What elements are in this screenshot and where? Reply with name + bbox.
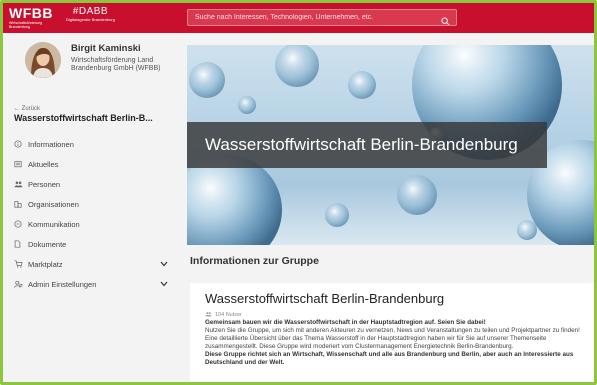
admin-icon	[14, 280, 28, 288]
news-icon	[14, 160, 28, 168]
sidebar-item-label: Aktuelles	[28, 159, 59, 169]
sidebar-item-label: Kommunikation	[28, 219, 80, 229]
cart-icon	[14, 260, 28, 268]
main-content: Wasserstoffwirtschaft Berlin-Brandenburg…	[187, 45, 594, 382]
hero-title: Wasserstoffwirtschaft Berlin-Brandenburg	[187, 122, 547, 168]
users-icon	[205, 311, 212, 319]
sidebar-item-label: Admin Einstellungen	[28, 279, 97, 289]
back-link[interactable]: ← Zurück	[14, 106, 40, 112]
sidebar-item-label: Personen	[28, 179, 61, 189]
search-box	[187, 9, 457, 26]
wfbb-logo[interactable]: WFBB Wirtschaftsförderung Brandenburg	[9, 5, 53, 30]
sidebar-item-marktplatz[interactable]: Marktplatz	[3, 254, 184, 274]
group-info-card: Wasserstoffwirtschaft Berlin-Brandenburg…	[190, 283, 594, 382]
profile-organization: Wirtschaftsförderung Land Brandenburg Gm…	[71, 57, 161, 72]
section-title: Informationen zur Gruppe	[190, 255, 319, 267]
wfbb-logo-subtext: Wirtschaftsförderung Brandenburg	[9, 21, 43, 29]
sidebar-nav: Informationen Aktuelles Personen Organis…	[3, 134, 184, 294]
search-icon[interactable]	[441, 13, 450, 31]
top-bar: WFBB Wirtschaftsförderung Brandenburg #D…	[3, 3, 594, 33]
sidebar-item-kommunikation[interactable]: Kommunikation	[3, 214, 184, 234]
sidebar-item-personen[interactable]: Personen	[3, 174, 184, 194]
dabb-logo-subtext: Digitalagentur Brandenburg	[66, 17, 115, 22]
sidebar-item-label: Informationen	[28, 139, 74, 149]
people-icon	[14, 180, 28, 188]
chevron-down-icon[interactable]	[160, 260, 168, 269]
profile-name[interactable]: Birgit Kaminski	[71, 43, 141, 54]
sidebar-item-admin-einstellungen[interactable]: Admin Einstellungen	[3, 274, 184, 294]
sidebar-item-aktuelles[interactable]: Aktuelles	[3, 154, 184, 174]
member-count[interactable]: 104 Nutzer	[205, 311, 242, 319]
search-input[interactable]	[195, 14, 435, 21]
member-count-text: 104 Nutzer	[215, 312, 242, 318]
app-frame: WFBB Wirtschaftsförderung Brandenburg #D…	[0, 0, 597, 385]
card-title: Wasserstoffwirtschaft Berlin-Brandenburg	[205, 291, 445, 306]
description-body: Nutzen Sie die Gruppe, um sich mit ander…	[205, 327, 580, 350]
description-tail: Diese Gruppe richtet sich an Wirtschaft,…	[205, 351, 574, 366]
info-icon	[14, 140, 28, 148]
avatar[interactable]	[25, 42, 61, 78]
profile-card[interactable]: Birgit Kaminski Wirtschaftsförderung Lan…	[3, 33, 184, 89]
chat-icon	[14, 220, 28, 228]
wfbb-logo-text: WFBB	[9, 5, 53, 21]
description-lead: Gemeinsam bauen wir die Wasserstoffwirts…	[205, 319, 486, 326]
sidebar-item-label: Marktplatz	[28, 259, 63, 269]
building-icon	[14, 200, 28, 208]
sidebar-item-label: Organisationen	[28, 199, 79, 209]
group-title: Wasserstoffwirtschaft Berlin-B...	[14, 113, 153, 123]
document-icon	[14, 240, 28, 248]
sidebar-item-label: Dokumente	[28, 239, 67, 249]
sidebar-item-organisationen[interactable]: Organisationen	[3, 194, 184, 214]
dabb-logo-text: #DABB	[72, 6, 109, 17]
sidebar-item-informationen[interactable]: Informationen	[3, 134, 184, 154]
chevron-down-icon[interactable]	[160, 280, 168, 289]
hero-banner: Wasserstoffwirtschaft Berlin-Brandenburg	[187, 45, 594, 245]
group-description: Gemeinsam bauen wir die Wasserstoffwirts…	[205, 319, 589, 367]
sidebar-item-dokumente[interactable]: Dokumente	[3, 234, 184, 254]
dabb-logo[interactable]: #DABB Digitalagentur Brandenburg	[66, 6, 115, 22]
sidebar: Birgit Kaminski Wirtschaftsförderung Lan…	[3, 33, 184, 382]
